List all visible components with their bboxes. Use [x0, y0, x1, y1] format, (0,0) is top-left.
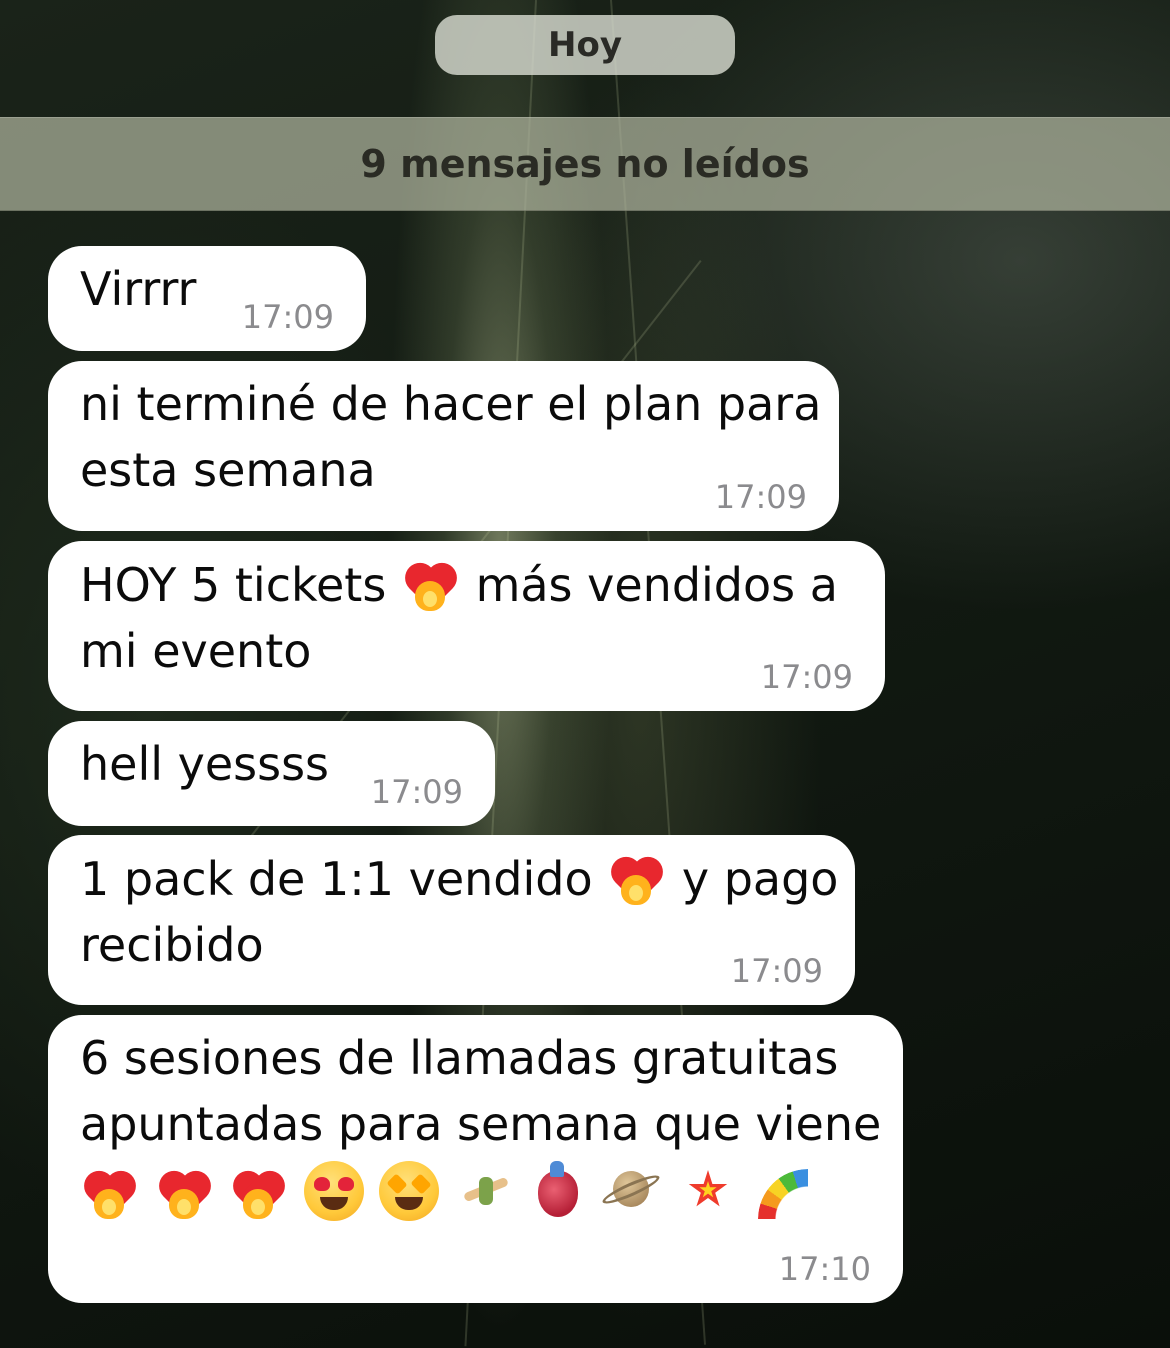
message-text: esta semana [80, 443, 376, 497]
message-text: HOY 5 tickets más vendidos a [80, 551, 853, 618]
rainbow-icon [754, 1159, 818, 1221]
message-text-part: 1 pack de 1:1 vendido [80, 852, 593, 906]
heart-on-fire-icon [607, 845, 667, 907]
message-bubble[interactable]: Virrrr 17:09 [48, 246, 366, 351]
unread-messages-banner: 9 mensajes no leídos [0, 117, 1170, 211]
collision-icon [677, 1159, 739, 1221]
message-text: 6 sesiones de llamadas gratuitas [80, 1031, 839, 1085]
star-struck-face-icon [378, 1161, 439, 1221]
message-text: 1 pack de 1:1 vendido y pago [80, 845, 838, 912]
message-bubble[interactable]: 6 sesiones de llamadas gratuitas apuntad… [48, 1015, 903, 1303]
emoji-row [80, 1159, 871, 1226]
cartwheel-icon [453, 1159, 515, 1221]
message-time: 17:09 [241, 298, 334, 336]
ringed-planet-icon [600, 1159, 662, 1221]
message-text: apuntadas para semana que viene [80, 1097, 882, 1151]
message-bubble[interactable]: ni terminé de hacer el plan para esta se… [48, 361, 839, 531]
heart-on-fire-icon [80, 1159, 140, 1221]
message-text: ni terminé de hacer el plan para [80, 377, 822, 431]
message-bubble[interactable]: 1 pack de 1:1 vendido y pago recibido 17… [48, 835, 855, 1005]
message-bubble[interactable]: hell yessss 17:09 [48, 721, 495, 826]
message-text: mi evento [80, 624, 312, 678]
anatomical-heart-icon [530, 1159, 586, 1221]
message-bubble[interactable]: HOY 5 tickets más vendidos a mi evento 1… [48, 541, 885, 711]
message-text-part: más vendidos a [475, 558, 838, 612]
message-time: 17:09 [760, 658, 853, 696]
message-time: 17:09 [370, 773, 463, 811]
message-text-part: HOY 5 tickets [80, 558, 387, 612]
date-separator: Hoy [435, 15, 735, 75]
heart-eyes-face-icon [303, 1161, 364, 1221]
message-text: recibido [80, 918, 264, 972]
heart-on-fire-icon [229, 1159, 289, 1221]
message-time: 17:09 [730, 952, 823, 990]
message-time: 17:10 [778, 1250, 871, 1288]
message-time: 17:09 [714, 478, 807, 516]
heart-on-fire-icon [401, 551, 461, 613]
message-text-part: y pago [681, 852, 839, 906]
heart-on-fire-icon [155, 1159, 215, 1221]
